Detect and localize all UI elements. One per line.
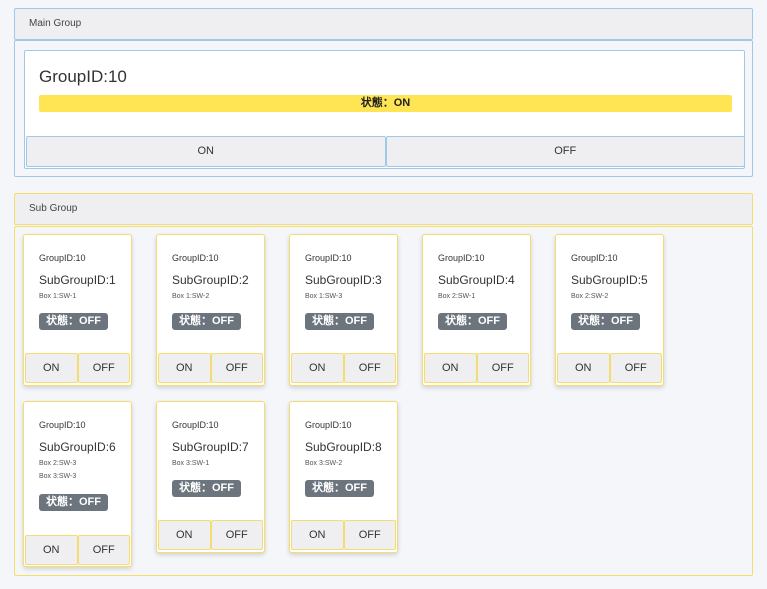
card-box-label: Box 2:SW-2	[571, 293, 609, 300]
card-buttons: ON OFF	[158, 520, 263, 550]
sub-group-card: GroupID:10 SubGroupID:5 Box 2:SW-2 状態：OF…	[555, 234, 664, 386]
card-off-button[interactable]: OFF	[210, 353, 263, 383]
main-on-button[interactable]: ON	[26, 136, 386, 167]
card-on-button[interactable]: ON	[158, 520, 211, 550]
card-subgroup-id: SubGroupID:5	[571, 273, 648, 287]
card-group-id: GroupID:10	[571, 253, 618, 263]
card-status-badge: 状態：OFF	[305, 313, 374, 330]
card-on-button[interactable]: ON	[557, 353, 610, 383]
sub-group-panel: GroupID:10 SubGroupID:1 Box 1:SW-1 状態：OF…	[14, 226, 753, 576]
card-buttons: ON OFF	[25, 353, 130, 383]
card-on-button[interactable]: ON	[424, 353, 477, 383]
card-off-button[interactable]: OFF	[77, 353, 130, 383]
card-box-label: Box 1:SW-3	[305, 293, 343, 300]
main-group-header[interactable]: Main Group	[14, 8, 753, 40]
sub-group-card: GroupID:10 SubGroupID:1 Box 1:SW-1 状態：OF…	[23, 234, 132, 386]
main-group-card: GroupID:10 状態：ON ON OFF	[24, 50, 745, 169]
card-group-id: GroupID:10	[305, 420, 352, 430]
card-off-button[interactable]: OFF	[77, 535, 130, 565]
card-subgroup-id: SubGroupID:6	[39, 440, 116, 454]
card-group-id: GroupID:10	[39, 420, 86, 430]
card-on-button[interactable]: ON	[25, 353, 78, 383]
card-buttons: ON OFF	[291, 520, 396, 550]
sub-group-card: GroupID:10 SubGroupID:6 Box 2:SW-3 Box 3…	[23, 401, 132, 567]
sub-group-card: GroupID:10 SubGroupID:2 Box 1:SW-2 状態：OF…	[156, 234, 265, 386]
card-group-id: GroupID:10	[172, 420, 219, 430]
main-group-status-badge: 状態：ON	[39, 95, 732, 112]
card-box-label: Box 2:SW-3	[39, 460, 77, 467]
card-box-label: Box 2:SW-1	[438, 293, 476, 300]
card-on-button[interactable]: ON	[291, 520, 344, 550]
card-box-label: Box 3:SW-2	[305, 460, 343, 467]
card-subgroup-id: SubGroupID:7	[172, 440, 249, 454]
card-status-badge: 状態：OFF	[172, 480, 241, 497]
sub-group-card: GroupID:10 SubGroupID:7 Box 3:SW-1 状態：OF…	[156, 401, 265, 553]
card-box-label: Box 1:SW-1	[39, 293, 77, 300]
card-buttons: ON OFF	[557, 353, 662, 383]
main-group-title: GroupID:10	[39, 67, 127, 86]
card-off-button[interactable]: OFF	[210, 520, 263, 550]
card-on-button[interactable]: ON	[291, 353, 344, 383]
card-off-button[interactable]: OFF	[343, 353, 396, 383]
card-buttons: ON OFF	[424, 353, 529, 383]
main-off-button[interactable]: OFF	[385, 136, 745, 167]
card-group-id: GroupID:10	[172, 253, 219, 263]
card-subgroup-id: SubGroupID:8	[305, 440, 382, 454]
card-buttons: ON OFF	[158, 353, 263, 383]
card-status-badge: 状態：OFF	[39, 313, 108, 330]
card-subgroup-id: SubGroupID:4	[438, 273, 515, 287]
card-status-badge: 状態：OFF	[172, 313, 241, 330]
sub-group-card: GroupID:10 SubGroupID:4 Box 2:SW-1 状態：OF…	[422, 234, 531, 386]
card-box-label: Box 3:SW-1	[172, 460, 210, 467]
card-box-label: Box 1:SW-2	[172, 293, 210, 300]
card-status-badge: 状態：OFF	[438, 313, 507, 330]
main-group-buttons: ON OFF	[26, 136, 745, 167]
card-buttons: ON OFF	[291, 353, 396, 383]
card-status-badge: 状態：OFF	[305, 480, 374, 497]
sub-group-card: GroupID:10 SubGroupID:3 Box 1:SW-3 状態：OF…	[289, 234, 398, 386]
card-off-button[interactable]: OFF	[476, 353, 529, 383]
card-status-badge: 状態：OFF	[571, 313, 640, 330]
card-box-label: Box 3:SW-3	[39, 473, 77, 480]
card-group-id: GroupID:10	[438, 253, 485, 263]
main-group-panel: GroupID:10 状態：ON ON OFF	[14, 40, 753, 177]
card-subgroup-id: SubGroupID:3	[305, 273, 382, 287]
card-on-button[interactable]: ON	[25, 535, 78, 565]
card-group-id: GroupID:10	[39, 253, 86, 263]
card-subgroup-id: SubGroupID:2	[172, 273, 249, 287]
card-off-button[interactable]: OFF	[343, 520, 396, 550]
card-off-button[interactable]: OFF	[609, 353, 662, 383]
card-group-id: GroupID:10	[305, 253, 352, 263]
sub-group-card: GroupID:10 SubGroupID:8 Box 3:SW-2 状態：OF…	[289, 401, 398, 553]
card-on-button[interactable]: ON	[158, 353, 211, 383]
card-status-badge: 状態：OFF	[39, 494, 108, 511]
card-subgroup-id: SubGroupID:1	[39, 273, 116, 287]
sub-group-header[interactable]: Sub Group	[14, 193, 753, 225]
card-buttons: ON OFF	[25, 535, 130, 565]
